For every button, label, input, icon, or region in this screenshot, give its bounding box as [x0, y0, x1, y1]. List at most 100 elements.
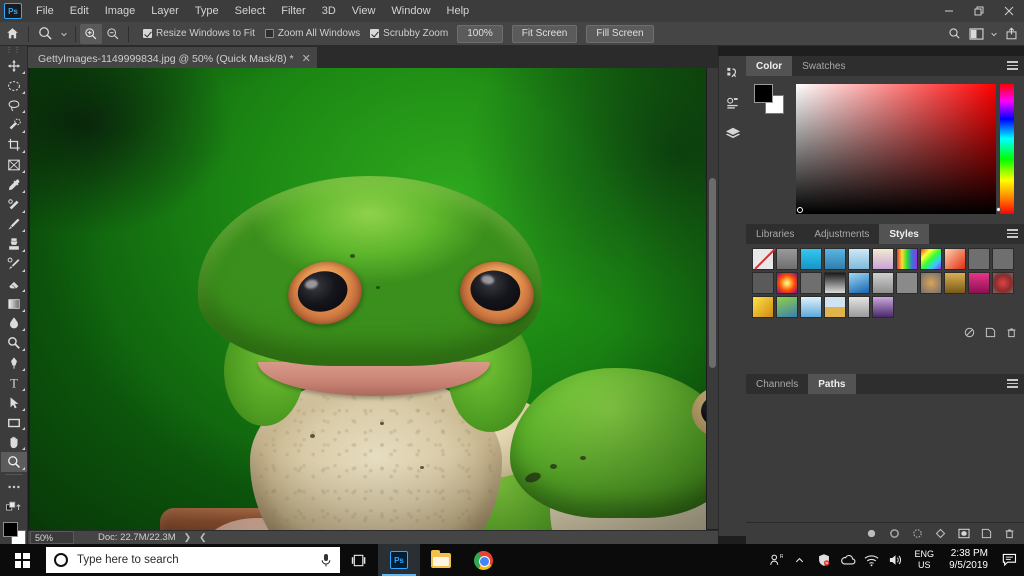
silver-style[interactable]: [872, 272, 894, 294]
document-tab[interactable]: GettyImages-1149999834.jpg @ 50% (Quick …: [28, 47, 317, 68]
brush-tool[interactable]: [1, 215, 27, 235]
search-input[interactable]: Type here to search: [46, 547, 340, 573]
layers-panel-icon[interactable]: [720, 120, 746, 146]
rectangular-marquee-tool[interactable]: [1, 76, 27, 96]
panel-menu-icon[interactable]: [1007, 61, 1018, 70]
edit-toolbar-more-icon[interactable]: [1, 477, 27, 497]
sun-glow-style[interactable]: [776, 272, 798, 294]
show-hidden-icons-chevron[interactable]: [788, 544, 812, 576]
blue-glass-style[interactable]: [824, 248, 846, 270]
soft-orange-style[interactable]: [920, 272, 942, 294]
text-lines-style[interactable]: [896, 272, 918, 294]
eraser-tool[interactable]: [1, 274, 27, 294]
new-style-icon[interactable]: [984, 326, 997, 339]
onedrive-icon[interactable]: [836, 544, 860, 576]
lasso-tool[interactable]: [1, 96, 27, 116]
dodge-tool[interactable]: [1, 333, 27, 353]
fit-screen-button[interactable]: Fit Screen: [512, 25, 578, 43]
properties-panel-icon[interactable]: [720, 90, 746, 116]
menu-3d[interactable]: 3D: [314, 0, 344, 22]
delete-style-icon[interactable]: [1005, 326, 1018, 339]
rounded-outline-style[interactable]: [800, 272, 822, 294]
color-swatches[interactable]: [1, 521, 27, 544]
close-button[interactable]: [994, 0, 1024, 22]
sand-bar-style[interactable]: [824, 296, 846, 318]
frame-tool[interactable]: [1, 155, 27, 175]
minimize-button[interactable]: [934, 0, 964, 22]
blur-tool[interactable]: [1, 314, 27, 334]
network-icon[interactable]: [860, 544, 884, 576]
load-selection-icon[interactable]: [911, 527, 924, 540]
foreground-color-swatch[interactable]: [3, 522, 18, 537]
hue-slider-marker[interactable]: [996, 207, 1001, 212]
menu-image[interactable]: Image: [97, 0, 144, 22]
rectangle-tool[interactable]: [1, 413, 27, 433]
nature-photo-style[interactable]: [776, 296, 798, 318]
empty-style-1[interactable]: [968, 248, 990, 270]
make-work-path-icon[interactable]: [934, 527, 947, 540]
status-expand-icon[interactable]: ❯: [184, 532, 192, 543]
fill-screen-button[interactable]: Fill Screen: [586, 25, 653, 43]
resize-windows-to-fit-checkbox[interactable]: Resize Windows to Fit: [143, 28, 255, 39]
history-panel-icon[interactable]: [720, 60, 746, 86]
move-tool[interactable]: [1, 56, 27, 76]
rainbow-stripes-style[interactable]: [896, 248, 918, 270]
menu-layer[interactable]: Layer: [143, 0, 187, 22]
volume-icon[interactable]: [884, 544, 908, 576]
workspace-switcher-icon[interactable]: [965, 22, 987, 46]
canvas-area[interactable]: [28, 68, 718, 544]
spot-healing-brush-tool[interactable]: [1, 195, 27, 215]
eyedropper-tool[interactable]: [1, 175, 27, 195]
basic-drop-shadow-style[interactable]: [776, 248, 798, 270]
chrome-taskbar-icon[interactable]: [462, 544, 504, 576]
red-gradient-style[interactable]: [944, 248, 966, 270]
toolbar-grip-handle[interactable]: ⋮⋮: [6, 48, 22, 53]
sunset-gradient-style[interactable]: [872, 248, 894, 270]
spectrum-style[interactable]: [920, 248, 942, 270]
history-brush-tool[interactable]: [1, 254, 27, 274]
menu-select[interactable]: Select: [227, 0, 274, 22]
pen-tool[interactable]: [1, 353, 27, 373]
panel-menu-icon[interactable]: [1007, 229, 1018, 238]
yellow-gold-style[interactable]: [752, 296, 774, 318]
menu-type[interactable]: Type: [187, 0, 227, 22]
texture-style[interactable]: [848, 296, 870, 318]
hand-tool[interactable]: [1, 432, 27, 452]
restore-button[interactable]: [964, 0, 994, 22]
share-icon[interactable]: [1000, 22, 1022, 46]
tab-adjustments[interactable]: Adjustments: [804, 224, 879, 244]
default-colors-swap-icon[interactable]: [1, 497, 27, 517]
zoom-level-input[interactable]: 50%: [30, 531, 74, 544]
status-collapse-icon[interactable]: ❮: [199, 532, 207, 543]
search-icon[interactable]: [943, 22, 965, 46]
purple-fade-style[interactable]: [872, 296, 894, 318]
gradient-tool[interactable]: [1, 294, 27, 314]
action-center-icon[interactable]: [996, 544, 1022, 576]
clear-style-icon[interactable]: [963, 326, 976, 339]
zoom-in-button[interactable]: [80, 24, 102, 44]
path-selection-tool[interactable]: [1, 393, 27, 413]
zoom-tool-icon[interactable]: [33, 22, 57, 46]
hue-slider[interactable]: [1000, 84, 1014, 214]
security-icon[interactable]: [812, 544, 836, 576]
zoom-tool[interactable]: [1, 452, 27, 472]
panel-menu-icon[interactable]: [1007, 379, 1018, 388]
empty-style-3[interactable]: [752, 272, 774, 294]
image-canvas[interactable]: [30, 68, 706, 535]
gold-bar-style[interactable]: [944, 272, 966, 294]
zoom-100-percent-button[interactable]: 100%: [457, 25, 503, 43]
light-blue-style[interactable]: [800, 296, 822, 318]
file-explorer-taskbar-icon[interactable]: [420, 544, 462, 576]
add-mask-icon[interactable]: [957, 527, 970, 540]
empty-style-2[interactable]: [992, 248, 1014, 270]
color-panel-foreground-swatch[interactable]: [754, 84, 773, 103]
tab-color[interactable]: Color: [746, 56, 792, 76]
language-indicator[interactable]: ENG US: [908, 549, 942, 571]
tab-styles[interactable]: Styles: [879, 224, 928, 244]
color-picker-marker[interactable]: [797, 207, 803, 213]
clone-stamp-tool[interactable]: [1, 234, 27, 254]
menu-window[interactable]: Window: [383, 0, 438, 22]
close-icon[interactable]: ✕: [302, 52, 311, 65]
paths-list[interactable]: [746, 394, 1024, 514]
default-none-style[interactable]: [752, 248, 774, 270]
